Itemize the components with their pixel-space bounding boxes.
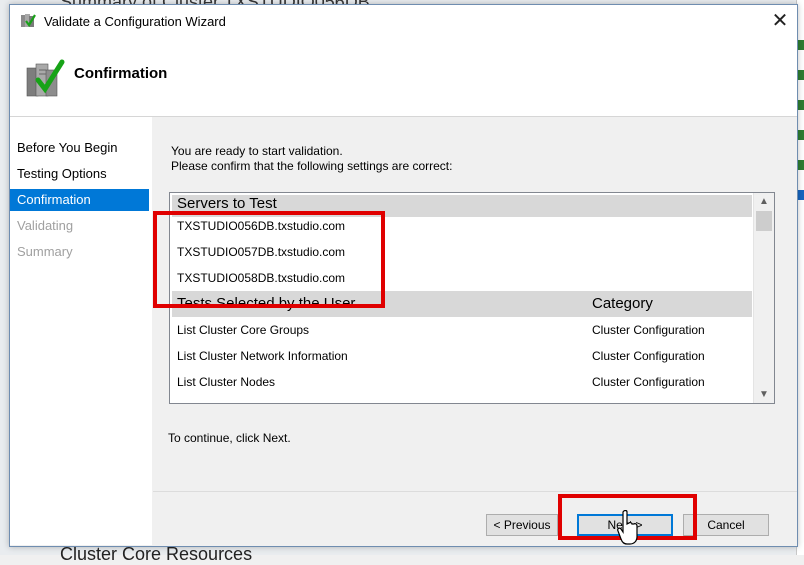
- content-panel: You are ready to start validation. Pleas…: [153, 117, 797, 545]
- next-button[interactable]: Next >: [577, 514, 673, 536]
- settings-list[interactable]: Servers to Test TXSTUDIO056DB.txstudio.c…: [169, 192, 775, 404]
- close-button[interactable]: ✕: [763, 5, 797, 36]
- nav-item-testing-options[interactable]: Testing Options: [10, 163, 149, 185]
- nav-item-validating: Validating: [17, 218, 74, 233]
- list-item-server[interactable]: TXSTUDIO057DB.txstudio.com: [172, 239, 752, 265]
- tests-header-label: Tests Selected by the User: [177, 295, 356, 312]
- title-bar: Validate a Configuration Wizard ✕: [10, 5, 797, 36]
- previous-button[interactable]: < Previous: [486, 514, 558, 536]
- page-title: Confirmation: [74, 65, 168, 82]
- intro-text: You are ready to start validation. Pleas…: [171, 144, 452, 174]
- test-name: List Cluster Network Information: [177, 349, 348, 363]
- window-title: Validate a Configuration Wizard: [44, 14, 226, 29]
- scroll-up-icon[interactable]: ▲: [754, 193, 774, 210]
- intro-line-2: Please confirm that the following settin…: [171, 159, 453, 173]
- test-name: List Cluster Core Groups: [177, 323, 310, 337]
- scroll-down-icon[interactable]: ▼: [754, 386, 774, 403]
- nav-item-confirmation[interactable]: Confirmation: [10, 189, 149, 211]
- list-item-server[interactable]: TXSTUDIO058DB.txstudio.com: [172, 265, 752, 291]
- test-category: Cluster Configuration: [592, 349, 705, 363]
- validate-checkmark-icon: [26, 59, 65, 97]
- scroll-thumb[interactable]: [756, 211, 772, 231]
- category-header-label: Category: [592, 295, 653, 312]
- wizard-dialog: Validate a Configuration Wizard ✕ Confir…: [9, 4, 798, 547]
- servers-header-label: Servers to Test: [177, 195, 277, 212]
- test-category: Cluster Configuration: [592, 375, 705, 389]
- intro-line-1: You are ready to start validation.: [171, 144, 343, 158]
- continue-instruction: To continue, click Next.: [168, 431, 291, 445]
- vertical-scrollbar[interactable]: ▲ ▼: [753, 193, 774, 403]
- settings-list-content: Servers to Test TXSTUDIO056DB.txstudio.c…: [172, 195, 752, 401]
- cluster-wizard-icon: [21, 14, 36, 27]
- nav-item-summary: Summary: [17, 244, 73, 259]
- wizard-steps: Before You Begin Testing Options Confirm…: [10, 117, 152, 545]
- test-category: Cluster Configuration: [592, 323, 705, 337]
- list-item-server[interactable]: TXSTUDIO056DB.txstudio.com: [172, 213, 752, 239]
- cancel-button[interactable]: Cancel: [683, 514, 769, 536]
- list-item-test[interactable]: List Cluster Core Groups Cluster Configu…: [172, 317, 752, 343]
- nav-item-before-you-begin[interactable]: Before You Begin: [10, 137, 149, 159]
- button-bar: < Previous Next > Cancel: [153, 491, 797, 546]
- server-name: TXSTUDIO058DB.txstudio.com: [177, 271, 346, 285]
- tests-group-header: Tests Selected by the User Category: [172, 291, 752, 317]
- header-panel: Confirmation: [10, 36, 797, 117]
- test-name: List Cluster Nodes: [177, 375, 276, 389]
- close-icon: ✕: [771, 10, 789, 32]
- list-item-test[interactable]: List Cluster Nodes Cluster Configuration: [172, 369, 752, 395]
- server-name: TXSTUDIO056DB.txstudio.com: [177, 219, 346, 233]
- list-item-test[interactable]: List Cluster Network Information Cluster…: [172, 343, 752, 369]
- server-name: TXSTUDIO057DB.txstudio.com: [177, 245, 346, 259]
